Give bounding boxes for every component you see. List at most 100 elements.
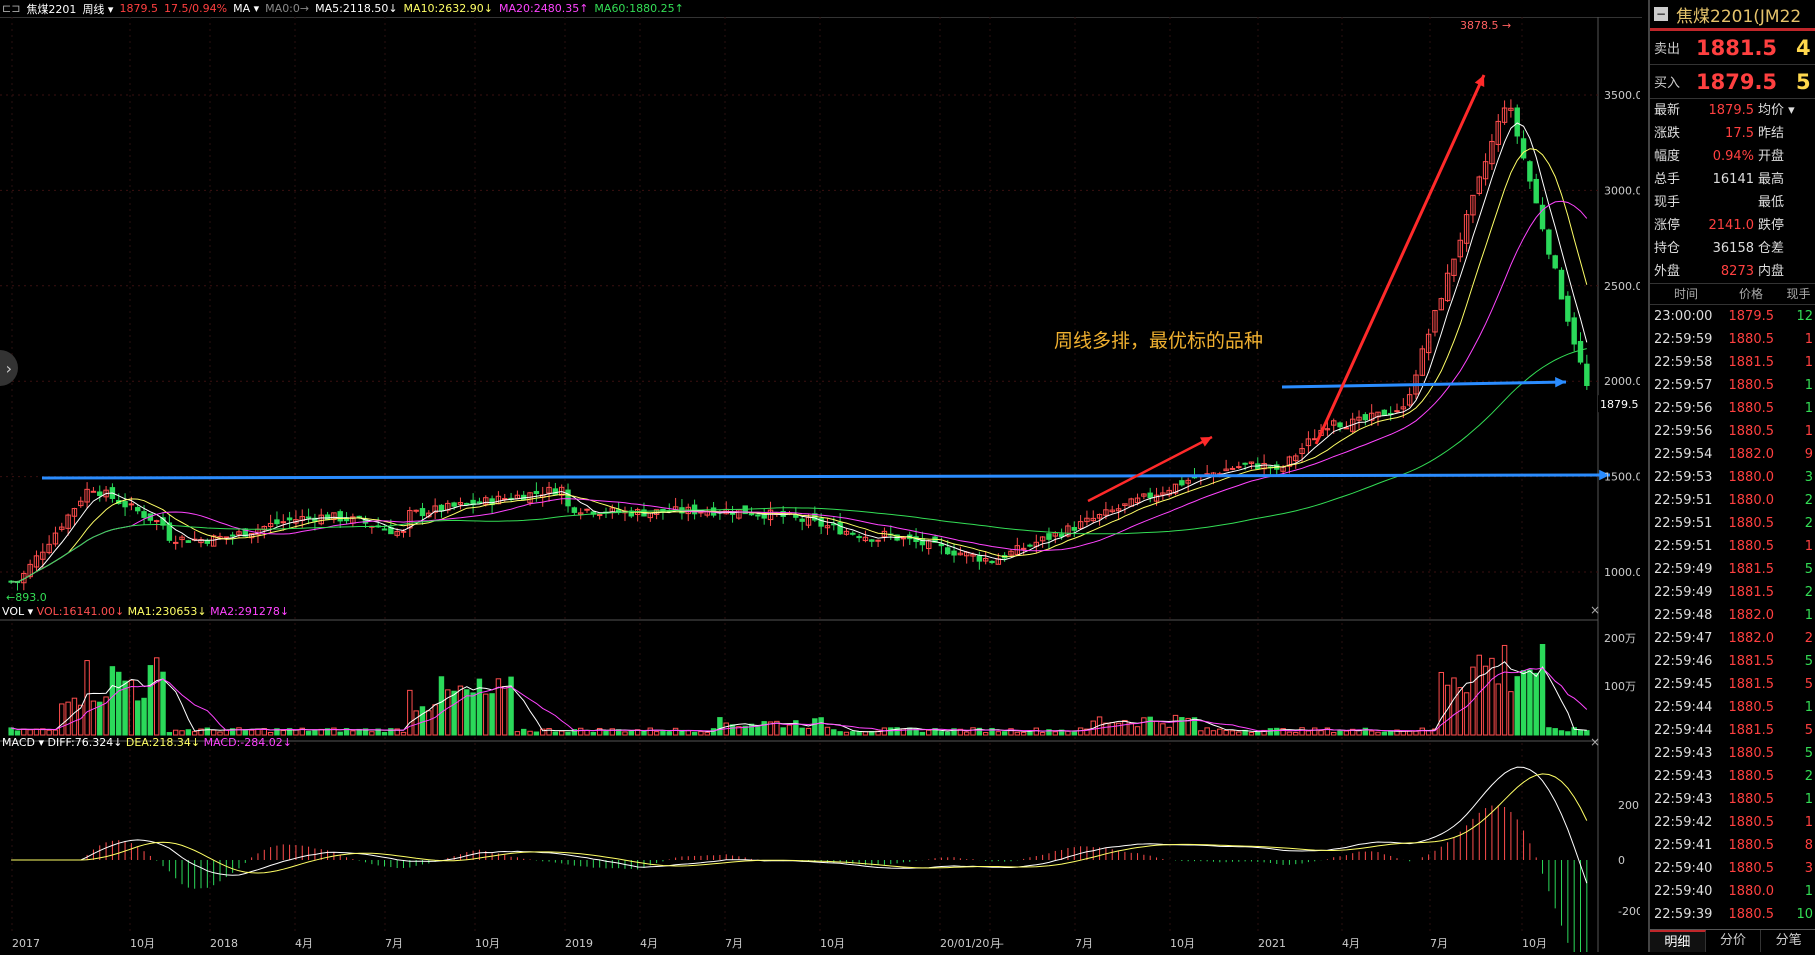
volume-bar [1179, 717, 1185, 736]
window-icon[interactable]: ⊏⊐ [2, 2, 20, 15]
volume-bar [71, 697, 78, 736]
candle-body [989, 560, 995, 564]
volume-bar [628, 730, 635, 736]
quote-label-right: 仓差 [1758, 241, 1785, 256]
tick-row[interactable]: 22:59:48 1882.0 1 [1650, 604, 1815, 627]
volume-bar [919, 731, 926, 736]
tick-row[interactable]: 22:59:51 1880.5 2 [1650, 512, 1815, 535]
volume-bar [546, 728, 552, 736]
sell-price[interactable]: 1881.5 [1696, 36, 1796, 60]
sell-volume: 4 [1796, 35, 1811, 60]
volume-bar [381, 731, 388, 736]
tick-row[interactable]: 22:59:40 1880.5 3 [1650, 857, 1815, 880]
tick-volume: 1 [1804, 792, 1813, 807]
tab-detail[interactable]: 明细 [1650, 930, 1706, 952]
tick-row[interactable]: 22:59:44 1881.5 5 [1650, 719, 1815, 742]
quote-label: 现手 [1654, 195, 1681, 210]
volume-bar [185, 729, 192, 736]
kline-chart-svg[interactable]: 3500.0 3000.0 2500.0 2000.0 1500.0 1000.0 1879… [0, 17, 1643, 955]
candle-body [1058, 533, 1065, 538]
volume-bar [116, 671, 122, 736]
tick-price: 1881.5 [1728, 654, 1775, 669]
tick-price: 1882.0 [1728, 447, 1775, 462]
collapse-icon[interactable]: − [1654, 7, 1668, 21]
tick-row[interactable]: 22:59:43 1880.5 5 [1650, 742, 1815, 765]
candlesticks [8, 99, 1590, 591]
volume-bar [1577, 729, 1584, 736]
tick-row[interactable]: 22:59:40 1880.0 1 [1650, 880, 1815, 903]
ma60-line [11, 348, 1587, 583]
volume-bar [666, 731, 672, 736]
tick-price: 1880.5 [1728, 838, 1775, 853]
tick-row[interactable]: 22:59:59 1880.5 1 [1650, 328, 1815, 351]
tick-row[interactable]: 22:59:44 1880.5 1 [1650, 696, 1815, 719]
tick-volume: 1 [1804, 378, 1813, 393]
tick-row[interactable]: 22:59:56 1880.5 1 [1650, 397, 1815, 420]
tick-price: 1880.0 [1728, 884, 1775, 899]
tick-price: 1880.5 [1728, 700, 1775, 715]
candle-body [185, 540, 192, 543]
tick-row[interactable]: 22:59:41 1880.5 8 [1650, 834, 1815, 857]
high-label: 3878.5 → [1460, 19, 1511, 32]
volume-bar [1400, 730, 1407, 736]
tick-row[interactable]: 22:59:49 1881.5 5 [1650, 558, 1815, 581]
x-tick-label: 10月 [820, 937, 845, 950]
tick-row[interactable]: 22:59:56 1880.5 1 [1650, 420, 1815, 443]
tab-tick[interactable]: 分笔 [1761, 930, 1815, 952]
tick-row[interactable]: 22:59:58 1881.5 1 [1650, 351, 1815, 374]
tick-volume: 1 [1804, 424, 1813, 439]
chart-annotation: 周线多排，最优标的品种 [1054, 330, 1264, 352]
ticks-header: 时间 价格 现手 [1650, 283, 1815, 305]
candle-body [1546, 229, 1552, 255]
volume-bar [1293, 731, 1299, 736]
indicator-selector[interactable]: MA ▾ [233, 2, 259, 15]
volume-bar [217, 731, 223, 736]
candle-body [729, 512, 736, 515]
candle-body [1071, 527, 1077, 531]
ticks-list[interactable]: 23:00:00 1879.5 12 22:59:59 1880.5 1 22:59:58 1… [1650, 305, 1815, 926]
tick-row[interactable]: 22:59:42 1880.5 1 [1650, 811, 1815, 834]
tick-row[interactable]: 22:59:51 1880.0 2 [1650, 489, 1815, 512]
vol-header-part: MA2:291278↓ [207, 605, 289, 618]
volume-bar [1248, 731, 1255, 736]
volume-bar [1160, 723, 1166, 736]
volume-bar [1274, 727, 1280, 736]
tick-row[interactable]: 22:59:43 1880.5 2 [1650, 765, 1815, 788]
volume-bar [1520, 670, 1527, 736]
candle-body [869, 539, 875, 542]
symbol-name[interactable]: 焦煤2201 [26, 1, 76, 17]
volume-bar [1109, 722, 1115, 736]
volume-bar [141, 697, 147, 736]
tab-price-dist[interactable]: 分价 [1706, 930, 1762, 952]
candle-body [755, 514, 761, 517]
quote-label: 幅度 [1654, 149, 1681, 164]
tick-row[interactable]: 22:59:51 1880.5 1 [1650, 535, 1815, 558]
buy-price[interactable]: 1879.5 [1696, 70, 1796, 94]
volume-bar [1065, 730, 1071, 736]
volume-bar [267, 731, 274, 736]
tick-row[interactable]: 22:59:39 1880.5 10 [1650, 903, 1815, 926]
volume-bar [1071, 731, 1077, 736]
tick-row[interactable]: 23:00:00 1879.5 12 [1650, 305, 1815, 328]
tick-row[interactable]: 22:59:49 1881.5 2 [1650, 581, 1815, 604]
candle-body [944, 547, 951, 555]
tick-row[interactable]: 22:59:43 1880.5 1 [1650, 788, 1815, 811]
volume-bar [457, 685, 464, 736]
volume-bar [1381, 731, 1388, 736]
period-selector[interactable]: 周线 ▾ [82, 1, 113, 17]
volume-bar [1501, 644, 1508, 736]
volume-bar [1286, 731, 1293, 736]
tick-row[interactable]: 22:59:45 1881.5 5 [1650, 673, 1815, 696]
volume-bar [489, 693, 495, 736]
tick-volume: 1 [1804, 401, 1813, 416]
tick-row[interactable]: 22:59:47 1882.0 2 [1650, 627, 1815, 650]
volume-bar [590, 731, 597, 736]
tick-row[interactable]: 22:59:53 1880.0 3 [1650, 466, 1815, 489]
candle-body [1381, 409, 1388, 417]
tick-row[interactable]: 22:59:46 1881.5 5 [1650, 650, 1815, 673]
candle-body [229, 534, 236, 537]
candle-body [850, 532, 856, 535]
tick-row[interactable]: 22:59:54 1882.0 9 [1650, 443, 1815, 466]
tick-row[interactable]: 22:59:57 1880.5 1 [1650, 374, 1815, 397]
chart-area[interactable]: 3500.0 3000.0 2500.0 2000.0 1500.0 1000.0 1879… [0, 17, 1643, 955]
